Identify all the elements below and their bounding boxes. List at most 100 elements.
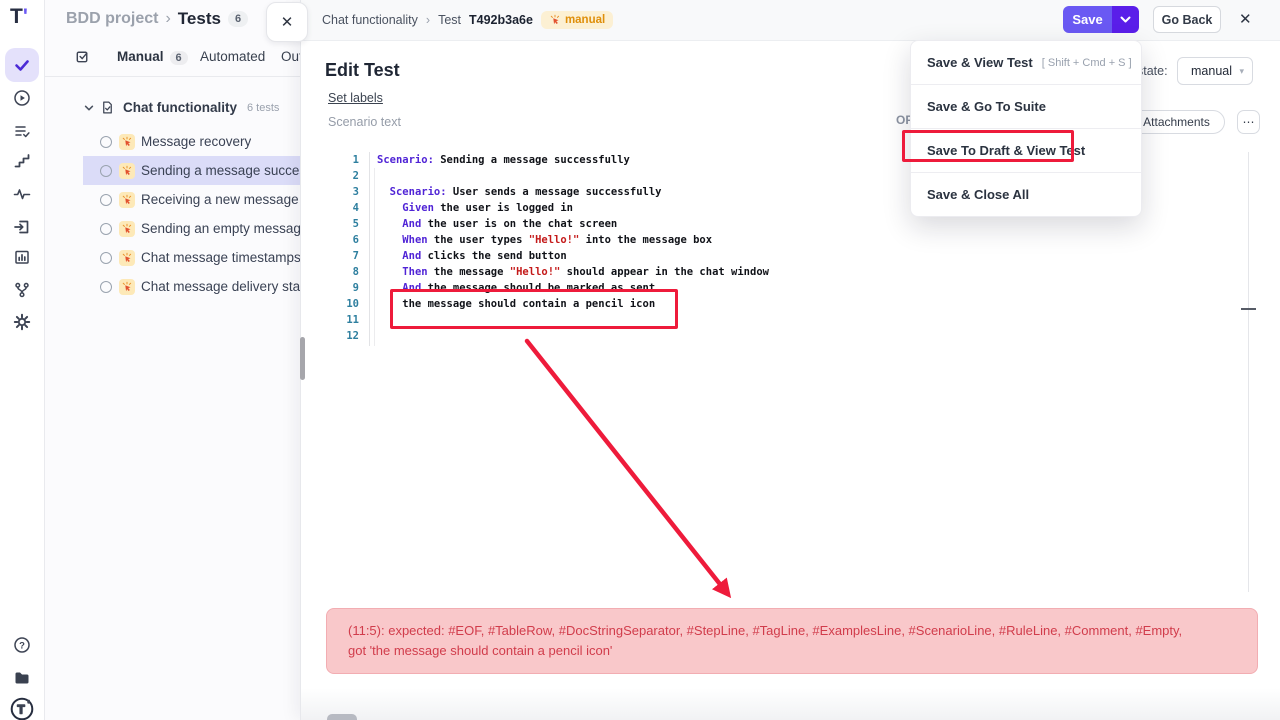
code-line[interactable]: When the user types "Hello!" into the me…	[377, 232, 769, 248]
chevron-down-icon	[1120, 16, 1131, 24]
help-question-icon: ?	[13, 636, 31, 654]
manual-cursor-icon	[119, 221, 135, 237]
rail-item-settings[interactable]	[13, 313, 31, 331]
rail-item-files[interactable]	[13, 669, 31, 687]
line-number: 6	[331, 232, 359, 248]
menu-item-save-go-to-suite[interactable]: Save & Go To Suite	[911, 84, 1141, 128]
tests-tree-panel: BDD project › Tests 6 Manual6 Automated …	[44, 0, 300, 720]
breadcrumb: BDD project › Tests 6	[66, 9, 248, 29]
code-line[interactable]: And clicks the send button	[377, 248, 769, 264]
rail-item-branches[interactable]	[13, 281, 31, 299]
scenario-editor[interactable]: 123456789101112 Scenario: Sending a mess…	[301, 152, 1248, 592]
test-title: Chat message delivery stat	[141, 279, 300, 294]
rail-item-steps[interactable]	[13, 152, 31, 170]
scenario-text-label: Scenario text	[328, 115, 401, 129]
tree-test-item[interactable]: Sending a message succes	[83, 156, 300, 185]
tests-filter-tabs: Manual6 Automated Out	[44, 40, 300, 77]
line-number: 4	[331, 200, 359, 216]
code-line[interactable]: Scenario: User sends a message successfu…	[377, 184, 769, 200]
gherkin-parse-error: (11:5): expected: #EOF, #TableRow, #DocS…	[326, 608, 1258, 674]
manual-count-badge: 6	[170, 51, 188, 65]
suite-test-count: 6 tests	[247, 102, 279, 114]
test-status-circle[interactable]	[100, 252, 112, 264]
line-number: 12	[331, 328, 359, 344]
suite-row[interactable]: Chat functionality 6 tests	[83, 100, 279, 115]
save-options-caret-button[interactable]	[1112, 6, 1139, 33]
save-button[interactable]: Save	[1063, 6, 1112, 33]
caret-down-icon: ▾	[1239, 66, 1244, 77]
tree-panel-scrollbar[interactable]	[300, 337, 305, 380]
chevron-down-icon[interactable]	[83, 102, 95, 114]
rail-item-profile[interactable]: T'	[10, 697, 34, 720]
code-line[interactable]	[377, 312, 769, 328]
breadcrumb-suite[interactable]: Chat functionality	[322, 13, 418, 27]
state-select[interactable]: manual ▾	[1177, 57, 1253, 85]
more-options-button[interactable]: ⋯	[1237, 110, 1260, 134]
go-back-button[interactable]: Go Back	[1153, 6, 1221, 33]
testomat-logo[interactable]: T'	[10, 5, 28, 29]
rail-item-plans[interactable]	[13, 122, 31, 140]
code-line[interactable]: Given the user is logged in	[377, 200, 769, 216]
test-status-circle[interactable]	[100, 165, 112, 177]
tests-check-icon	[13, 56, 31, 74]
test-status-circle[interactable]	[100, 281, 112, 293]
code-line[interactable]: the message should contain a pencil icon	[377, 296, 769, 312]
gutter-separator	[369, 152, 370, 346]
test-title: Sending an empty message	[141, 221, 300, 236]
steps-stairs-icon	[13, 152, 31, 170]
test-status-circle[interactable]	[100, 223, 112, 235]
menu-item-save-to-draft-view-test[interactable]: Save To Draft & View Test	[911, 128, 1141, 172]
tab-outdated-clipped[interactable]: Out	[281, 49, 300, 64]
code-line[interactable]	[377, 168, 769, 184]
test-title: Message recovery	[141, 134, 251, 149]
rail-item-tests-active[interactable]	[5, 48, 39, 82]
menu-item-save-view-test[interactable]: Save & View Test[ Shift + Cmd + S ]	[911, 41, 1141, 84]
attachments-button[interactable]: Attachments	[1128, 110, 1225, 134]
test-status-circle[interactable]	[100, 194, 112, 206]
rail-item-import[interactable]	[13, 218, 31, 236]
suite-title[interactable]: Chat functionality	[123, 100, 237, 115]
breadcrumb-project[interactable]: BDD project	[66, 10, 158, 28]
close-editor-icon[interactable]: ✕	[1239, 10, 1252, 28]
svg-text:': '	[28, 699, 30, 709]
tree-test-item[interactable]: Receiving a new message	[44, 185, 300, 214]
line-number: 11	[331, 312, 359, 328]
rail-item-analytics[interactable]	[13, 248, 31, 266]
clipped-bottom-button[interactable]	[327, 714, 357, 720]
editor-gutter: 123456789101112	[331, 152, 359, 344]
select-all-checkbox-icon[interactable]	[74, 48, 91, 65]
runs-play-icon	[13, 89, 31, 107]
indent-guide	[374, 168, 375, 346]
breadcrumb-section[interactable]: Tests	[178, 9, 221, 29]
set-labels-link[interactable]: Set labels	[328, 91, 383, 105]
editor-code[interactable]: Scenario: Sending a message successfully…	[377, 152, 769, 344]
tree-test-item[interactable]: Chat message timestamps	[44, 243, 300, 272]
test-title: Sending a message succes	[141, 163, 300, 178]
import-box-arrow-icon	[13, 218, 31, 236]
manual-cursor-icon	[119, 192, 135, 208]
test-title: Receiving a new message	[141, 192, 299, 207]
panel-close-tab[interactable]: ✕	[266, 2, 308, 42]
tab-manual[interactable]: Manual6	[117, 49, 188, 64]
manual-cursor-icon	[119, 250, 135, 266]
rail-item-help[interactable]: ?	[13, 636, 31, 654]
manual-cursor-icon	[119, 134, 135, 150]
code-line[interactable]: Scenario: Sending a message successfully	[377, 152, 769, 168]
rail-item-activity[interactable]	[13, 185, 31, 203]
menu-item-shortcut: [ Shift + Cmd + S ]	[1042, 57, 1132, 69]
line-number: 1	[331, 152, 359, 168]
code-line[interactable]: Then the message "Hello!" should appear …	[377, 264, 769, 280]
tree-test-item[interactable]: Message recovery	[44, 127, 300, 156]
code-line[interactable]	[377, 328, 769, 344]
code-line[interactable]: And the user is on the chat screen	[377, 216, 769, 232]
rail-item-runs[interactable]	[13, 89, 31, 107]
menu-item-label: Save & Close All	[927, 187, 1029, 202]
tree-test-item[interactable]: Sending an empty message	[44, 214, 300, 243]
editor-resize-tick[interactable]	[1241, 308, 1256, 310]
menu-item-save-close-all[interactable]: Save & Close All	[911, 172, 1141, 216]
test-status-circle[interactable]	[100, 136, 112, 148]
tree-test-item[interactable]: Chat message delivery stat	[44, 272, 300, 301]
activity-pulse-icon	[13, 185, 31, 203]
tab-automated[interactable]: Automated	[200, 49, 265, 64]
code-line[interactable]: And the message should be marked as sent	[377, 280, 769, 296]
